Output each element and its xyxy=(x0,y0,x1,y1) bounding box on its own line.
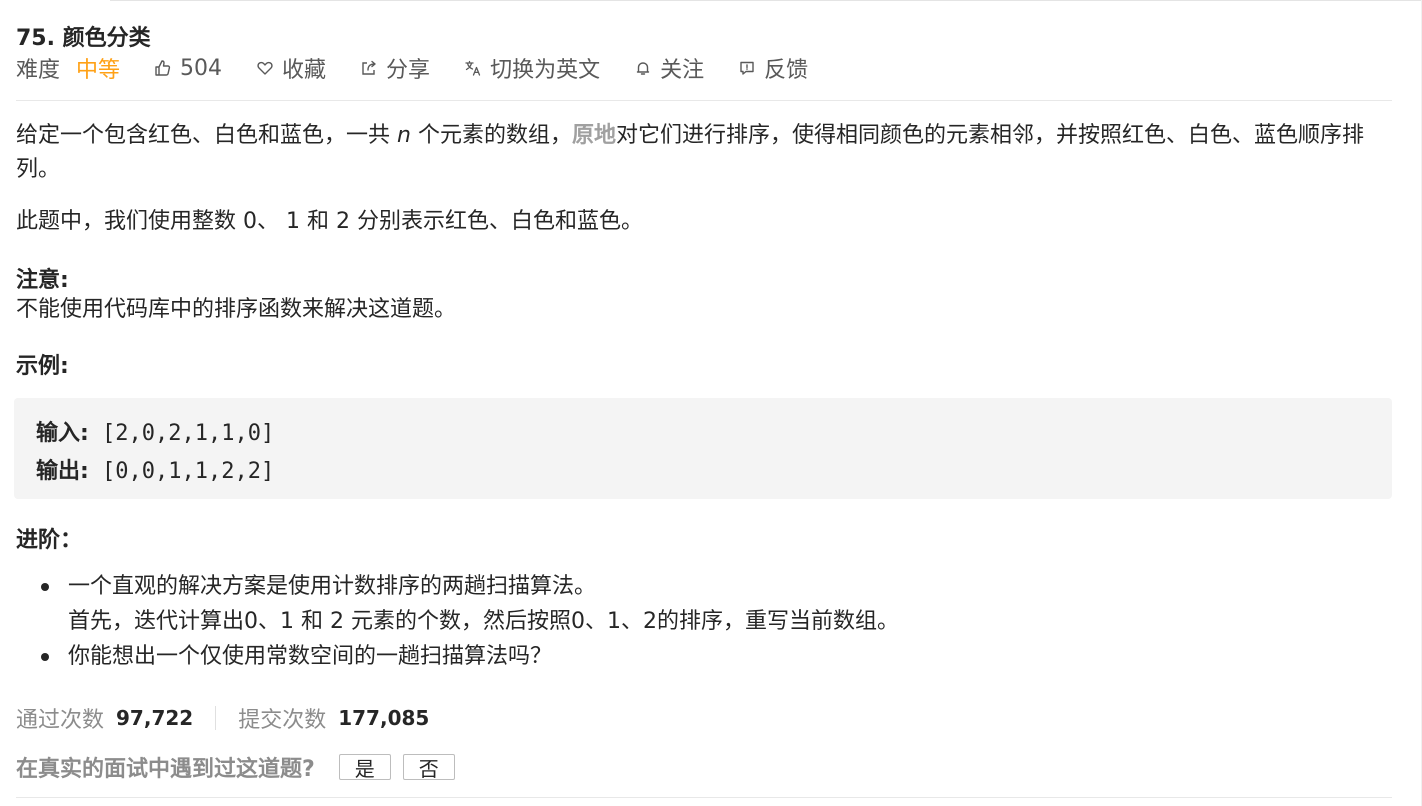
top-border xyxy=(110,0,1422,1)
note-heading: 注意: xyxy=(16,268,69,293)
follow-label: 关注 xyxy=(660,58,705,83)
bottom-divider xyxy=(16,797,1392,798)
favorite-label: 收藏 xyxy=(282,58,327,83)
no-button[interactable]: 否 xyxy=(402,754,455,781)
advanced-heading: 进阶： xyxy=(16,528,83,553)
note-text: 不能使用代码库中的排序函数来解决这道题。 xyxy=(16,297,457,322)
example-code-block: 输入: [2,0,2,1,1,0] 输出: [0,0,1,1,2,2] xyxy=(14,398,1392,499)
like-button[interactable]: 504 xyxy=(154,56,222,81)
share-button[interactable]: 分享 xyxy=(360,52,430,84)
header-divider xyxy=(16,100,1392,101)
description-paragraph-2: 此题中，我们使用整数 0、 1 和 2 分别表示红色、白色和蓝色。 xyxy=(16,209,643,234)
example-heading: 示例: xyxy=(16,354,69,379)
submissions-value: 177,085 xyxy=(338,706,430,730)
difficulty-label: 难度 xyxy=(16,58,61,83)
bullet-dot xyxy=(41,583,49,591)
accepted-label: 通过次数 xyxy=(16,708,105,733)
difficulty-value: 中等 xyxy=(76,58,121,83)
heart-icon xyxy=(256,59,274,77)
list-item: 你能想出一个仅使用常数空间的一趟扫描算法吗？ xyxy=(16,639,1392,674)
interview-question: 在真实的面试中遇到过这道题? xyxy=(16,757,315,782)
favorite-button[interactable]: 收藏 xyxy=(256,52,326,84)
thumbs-up-icon xyxy=(154,59,172,77)
example-output-label: 输出: xyxy=(36,459,89,484)
like-count: 504 xyxy=(180,55,223,81)
list-item: 一个直观的解决方案是使用计数排序的两趟扫描算法。 首先，迭代计算出0、1 和 2… xyxy=(16,569,1392,639)
example-input-line: 输入: [2,0,2,1,1,0] xyxy=(36,415,274,447)
share-icon xyxy=(360,59,378,77)
submissions-label: 提交次数 xyxy=(238,708,327,733)
interview-feedback: 在真实的面试中遇到过这道题? 是 否 xyxy=(16,752,467,782)
feedback-icon xyxy=(738,59,756,77)
bullet1-line2: 首先，迭代计算出0、1 和 2 元素的个数，然后按照0、1、2的排序，重写当前数… xyxy=(68,609,899,634)
problem-title: 75. 颜色分类 xyxy=(16,26,151,51)
translate-icon xyxy=(464,59,482,77)
problem-meta-bar: 难度 中等 504 收藏 分享 切换为英文 关注 反馈 xyxy=(16,52,842,84)
feedback-button[interactable]: 反馈 xyxy=(738,52,808,84)
share-label: 分享 xyxy=(386,58,431,83)
example-input-label: 输入: xyxy=(36,421,89,446)
p1-text-b: 个元素的数组， xyxy=(410,123,572,148)
advanced-list: 一个直观的解决方案是使用计数排序的两趟扫描算法。 首先，迭代计算出0、1 和 2… xyxy=(16,569,1392,674)
example-input-value: [2,0,2,1,1,0] xyxy=(88,421,275,446)
example-output-line: 输出: [0,0,1,1,2,2] xyxy=(36,453,274,485)
stats-separator xyxy=(215,706,217,730)
bullet1-line1: 一个直观的解决方案是使用计数排序的两趟扫描算法。 xyxy=(68,574,597,599)
p1-highlight: 原地 xyxy=(571,123,616,148)
feedback-label: 反馈 xyxy=(764,58,809,83)
switch-language-label: 切换为英文 xyxy=(490,58,601,83)
p1-text-a: 给定一个包含红色、白色和蓝色，一共 xyxy=(16,123,397,148)
description-paragraph-1: 给定一个包含红色、白色和蓝色，一共 n 个元素的数组，原地对它们进行排序，使得相… xyxy=(16,119,1392,187)
follow-button[interactable]: 关注 xyxy=(634,52,704,84)
bell-icon xyxy=(634,59,652,77)
switch-language-button[interactable]: 切换为英文 xyxy=(464,52,600,84)
yes-button[interactable]: 是 xyxy=(338,754,391,781)
accepted-value: 97,722 xyxy=(116,706,194,730)
p1-variable: n xyxy=(397,123,411,148)
example-output-value: [0,0,1,1,2,2] xyxy=(88,459,275,484)
bullet2-text: 你能想出一个仅使用常数空间的一趟扫描算法吗？ xyxy=(68,644,553,669)
submission-stats: 通过次数 97,722 提交次数 177,085 xyxy=(16,704,430,733)
bullet-dot xyxy=(41,653,49,661)
